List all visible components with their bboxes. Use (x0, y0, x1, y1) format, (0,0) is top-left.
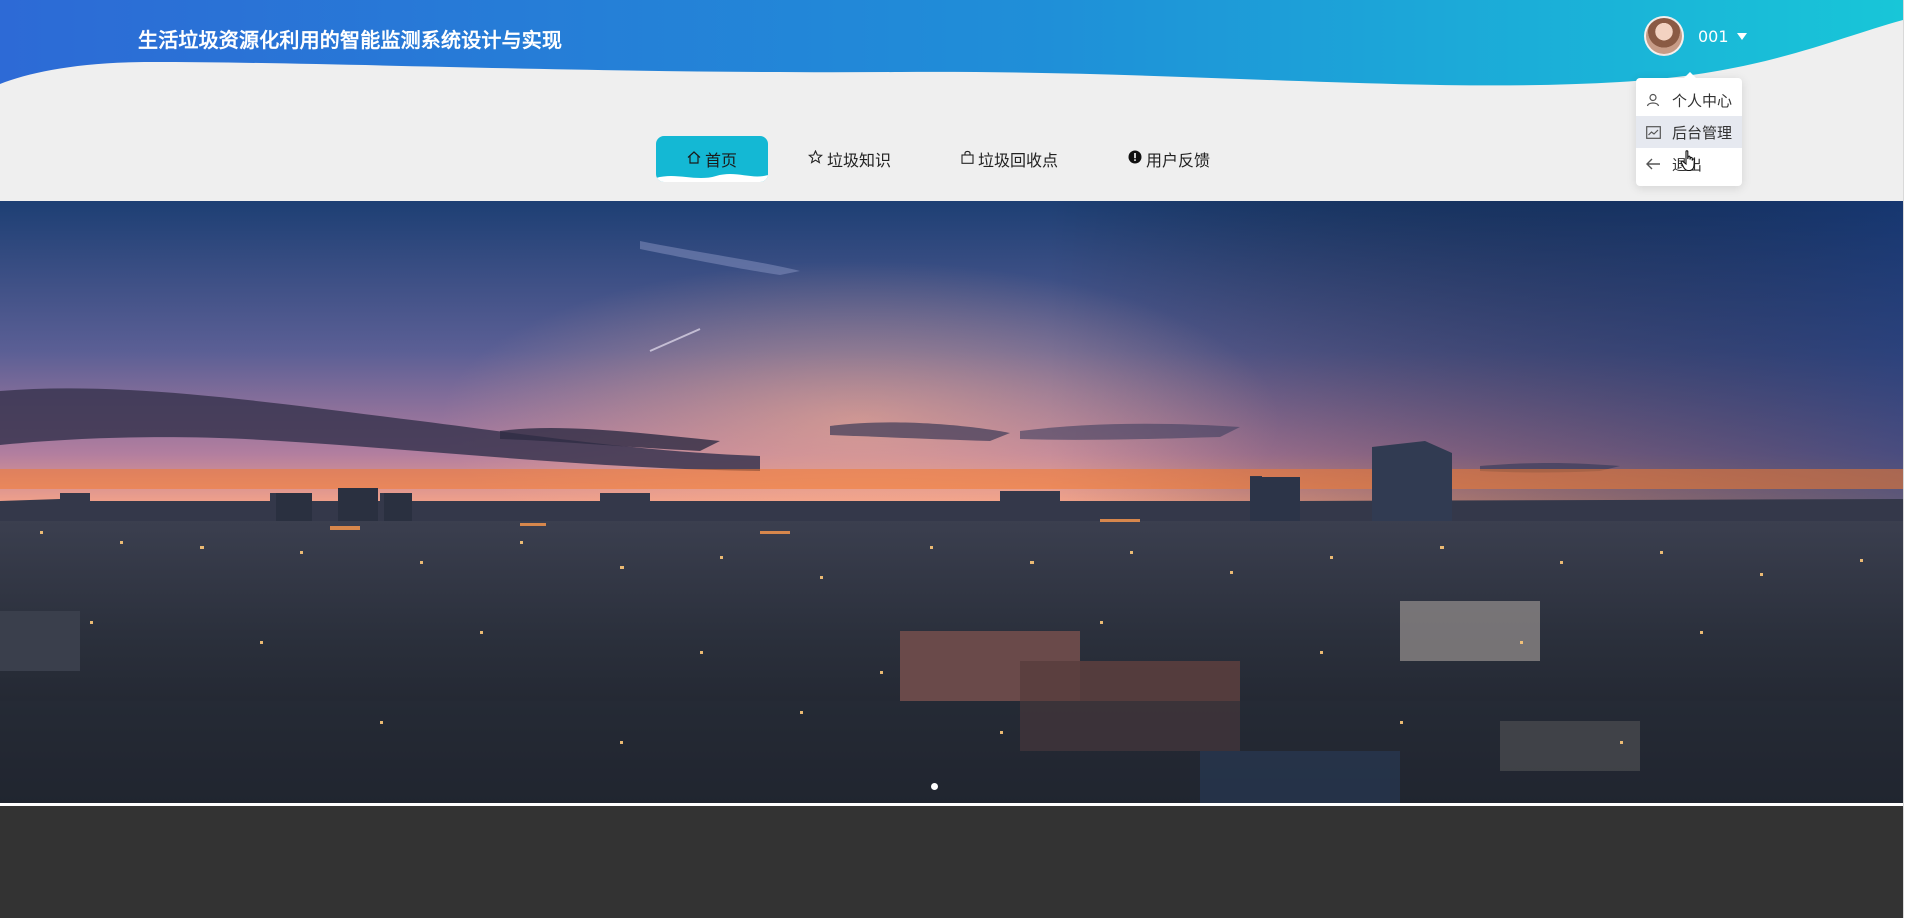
user-dropdown-menu: 个人中心 后台管理 退出 (1636, 72, 1742, 186)
menu-item-admin[interactable]: 后台管理 (1636, 116, 1742, 148)
nav-item-knowledge[interactable]: 垃圾知识 (807, 136, 892, 182)
active-tab-wave (656, 174, 768, 182)
menu-item-logout[interactable]: 退出 (1636, 148, 1742, 180)
avatar[interactable] (1644, 16, 1684, 56)
banner-image-city-skyline (0, 201, 1903, 803)
nav-item-label: 用户反馈 (1146, 151, 1211, 170)
user-icon (1644, 93, 1662, 107)
nav-item-label: 垃圾回收点 (978, 151, 1059, 170)
nav-item-feedback[interactable]: 用户反馈 (1128, 136, 1210, 182)
nav-item-recycle-points[interactable]: 垃圾回收点 (961, 136, 1058, 182)
main-nav: 首页 垃圾知识 垃圾回收点 用户反馈 (656, 136, 1210, 182)
logout-arrow-icon (1644, 158, 1662, 170)
nav-item-home[interactable]: 首页 (656, 136, 768, 182)
menu-item-profile[interactable]: 个人中心 (1636, 84, 1742, 116)
dashboard-icon (1644, 125, 1662, 139)
window-scrollbar-edge (1903, 0, 1910, 918)
star-icon (807, 149, 824, 168)
menu-item-label: 退出 (1672, 155, 1703, 174)
username: 001 (1698, 26, 1729, 46)
header-bar: 生活垃圾资源化利用的智能监测系统设计与实现 001 (0, 0, 1903, 100)
banner-carousel[interactable] (0, 201, 1903, 803)
home-icon (687, 150, 701, 168)
user-menu-trigger[interactable]: 001 (1644, 14, 1747, 58)
nav-item-label: 垃圾知识 (827, 151, 892, 170)
footer (0, 806, 1903, 918)
bag-icon (961, 150, 974, 168)
nav-item-label: 首页 (704, 151, 737, 170)
site-title: 生活垃圾资源化利用的智能监测系统设计与实现 (138, 28, 563, 52)
menu-item-label: 个人中心 (1672, 91, 1733, 110)
caret-down-icon (1736, 32, 1747, 40)
info-circle-icon (1128, 150, 1142, 168)
menu-item-label: 后台管理 (1672, 123, 1733, 142)
carousel-dot-active[interactable] (931, 783, 938, 790)
page: 生活垃圾资源化利用的智能监测系统设计与实现 001 个人中心 后台管理 退出 首… (0, 0, 1910, 918)
